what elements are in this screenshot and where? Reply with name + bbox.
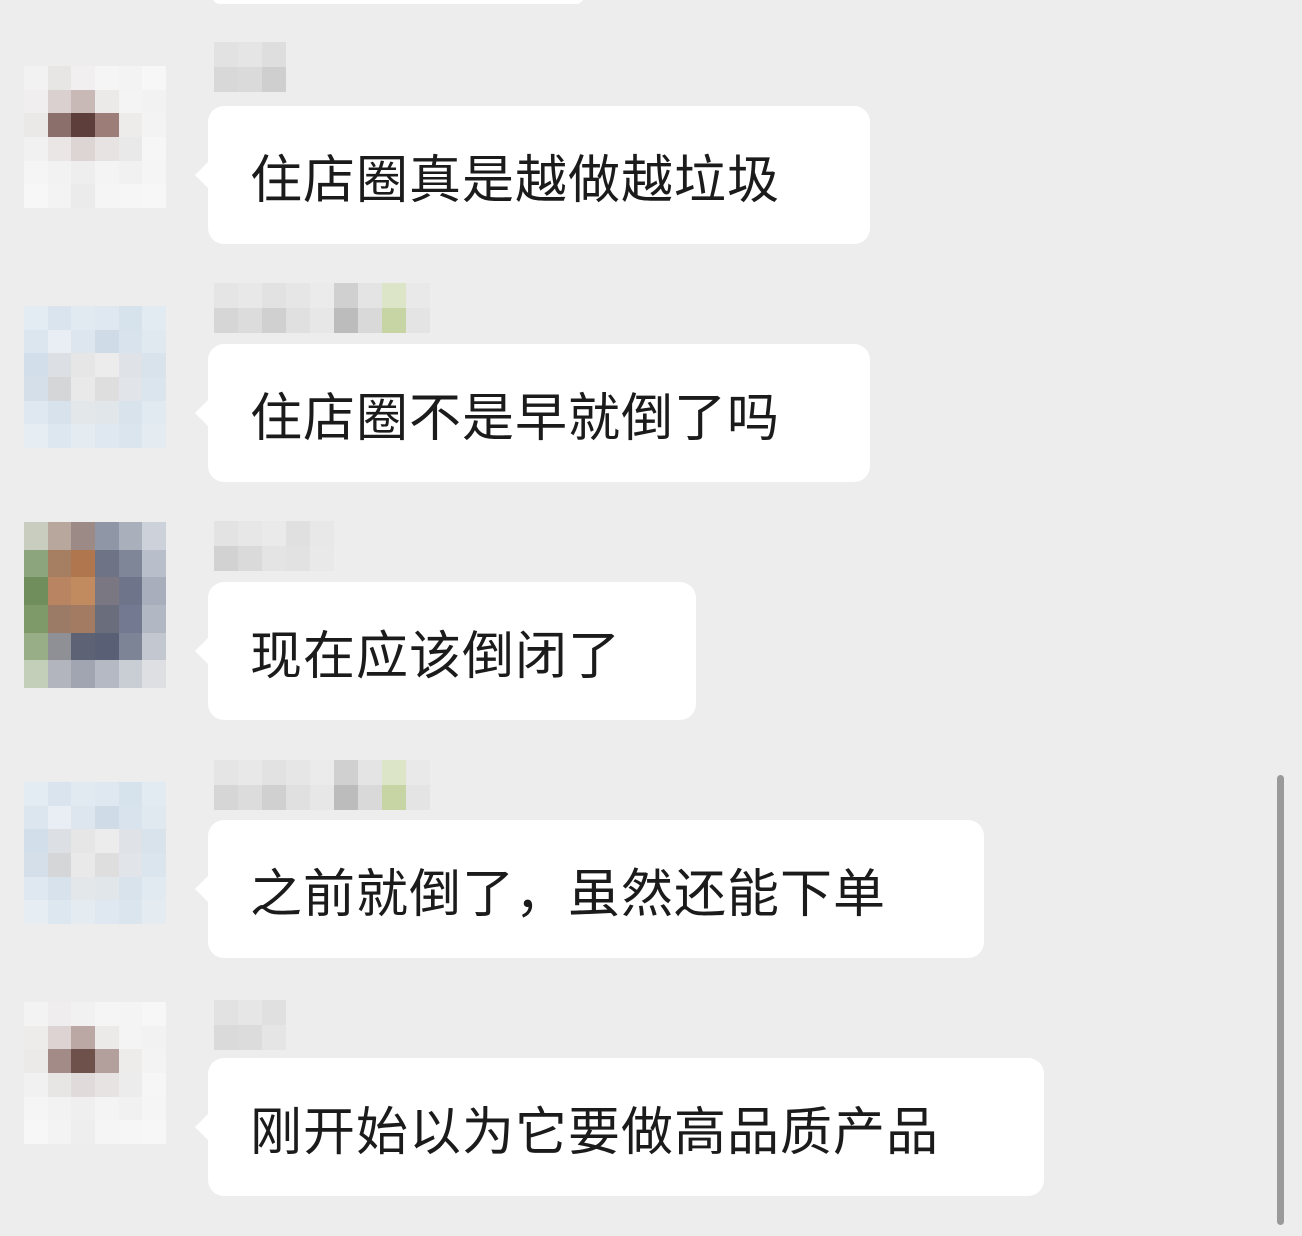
message-bubble[interactable]: 刚开始以为它要做高品质产品 bbox=[195, 1058, 1044, 1196]
sender-avatar-pixelated[interactable] bbox=[24, 306, 166, 448]
message-bubble[interactable]: 住店圈不是早就倒了吗 bbox=[195, 344, 870, 482]
message-text: 之前就倒了，虽然还能下单 bbox=[250, 864, 887, 925]
message-text: 住店圈真是越做越垃圾 bbox=[250, 150, 781, 211]
sender-nickname-pixelated bbox=[214, 283, 430, 333]
message-bubble[interactable]: 住店圈真是越做越垃圾 bbox=[195, 106, 870, 244]
sender-avatar-pixelated[interactable] bbox=[24, 522, 166, 688]
message-text: 刚开始以为它要做高品质产品 bbox=[250, 1102, 940, 1163]
sender-nickname-pixelated bbox=[214, 760, 430, 810]
message-text: 住店圈不是早就倒了吗 bbox=[250, 388, 781, 449]
sender-nickname-pixelated bbox=[214, 1000, 286, 1050]
scrollbar-thumb[interactable] bbox=[1277, 775, 1284, 1225]
previous-message-bubble-edge bbox=[212, 0, 584, 4]
message-text: 现在应该倒闭了 bbox=[250, 626, 622, 687]
sender-avatar-pixelated[interactable] bbox=[24, 1002, 166, 1144]
message-bubble[interactable]: 现在应该倒闭了 bbox=[195, 582, 696, 720]
chat-message-list[interactable]: 住店圈真是越做越垃圾 住店圈不是早就倒了吗 现在应该倒闭了 之前就倒了，虽然还能… bbox=[0, 0, 1302, 1236]
message-bubble[interactable]: 之前就倒了，虽然还能下单 bbox=[195, 820, 984, 958]
sender-nickname-pixelated bbox=[214, 42, 286, 92]
sender-nickname-pixelated bbox=[214, 521, 334, 571]
sender-avatar-pixelated[interactable] bbox=[24, 66, 166, 208]
sender-avatar-pixelated[interactable] bbox=[24, 782, 166, 924]
